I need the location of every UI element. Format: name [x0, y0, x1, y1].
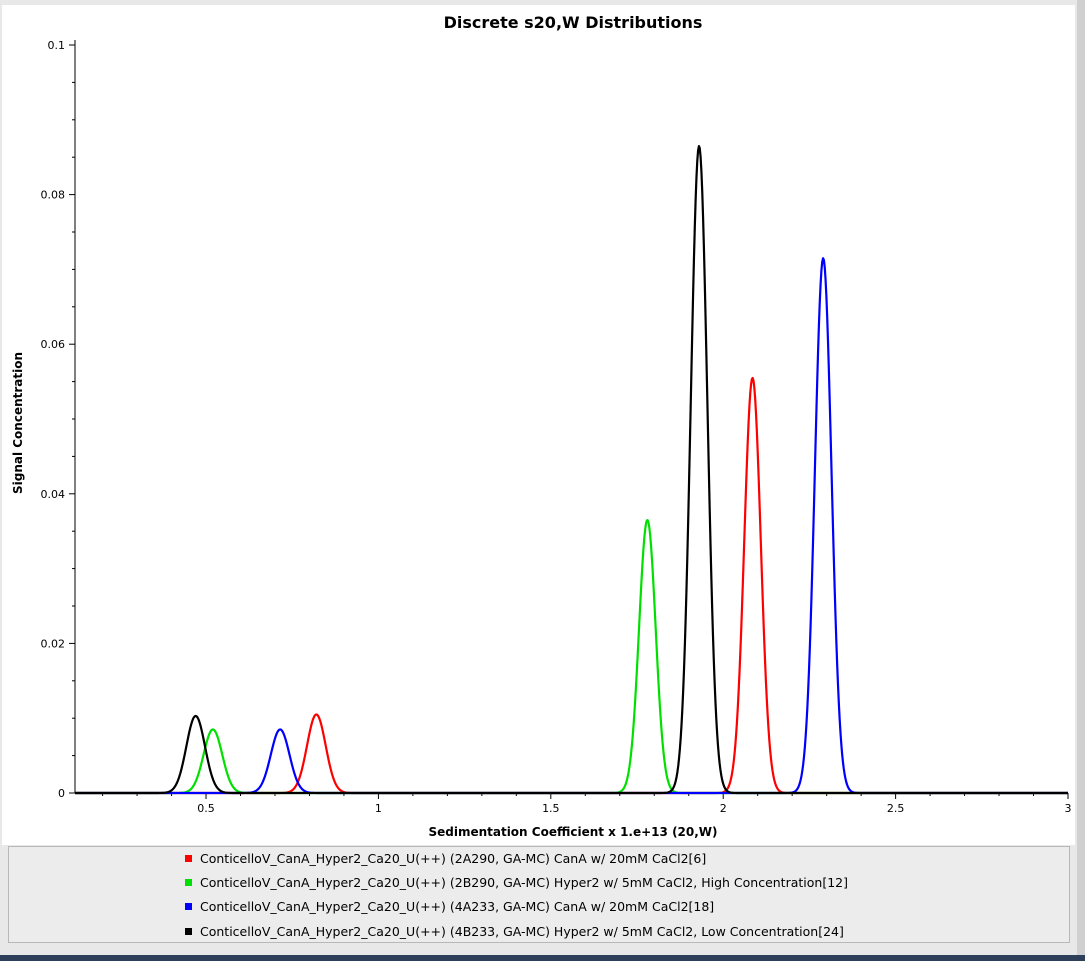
y-tick-label: 0.08: [41, 189, 66, 202]
legend-item: ConticelloV_CanA_Hyper2_Ca20_U(++) (2B29…: [185, 872, 848, 892]
legend-item: ConticelloV_CanA_Hyper2_Ca20_U(++) (4A23…: [185, 896, 714, 916]
legend-swatch: [185, 902, 192, 910]
chart-title: Discrete s20,W Distributions: [444, 13, 703, 32]
legend-item: ConticelloV_CanA_Hyper2_Ca20_U(++) (4B23…: [185, 921, 844, 941]
x-tick-label: 2.5: [887, 802, 905, 815]
legend-label: ConticelloV_CanA_Hyper2_Ca20_U(++) (4A23…: [200, 898, 715, 914]
legend-label: ConticelloV_CanA_Hyper2_Ca20_U(++) (4B23…: [200, 923, 844, 939]
series-line: [74, 519, 1069, 795]
legend-label: ConticelloV_CanA_Hyper2_Ca20_U(++) (2B29…: [200, 874, 848, 890]
y-tick-label: 0.1: [48, 39, 66, 52]
legend-swatch: [185, 878, 192, 886]
plot-window: Discrete s20,W Distributions 0 0.02 0.04 0.…: [0, 0, 1085, 955]
y-tick-label: 0.02: [41, 637, 66, 650]
series-line: [74, 376, 1069, 795]
x-tick-label: 0.5: [197, 802, 215, 815]
chart: Discrete s20,W Distributions 0 0.02 0.04 0.…: [11, 13, 1072, 839]
series-line: [74, 257, 1069, 795]
window-edge: [1077, 0, 1085, 955]
legend-swatch: [185, 927, 192, 935]
x-tick-label: 3: [1065, 802, 1072, 815]
y-tick-label: 0.06: [41, 338, 66, 351]
x-tick-label: 1.5: [542, 802, 560, 815]
y-tick-label: 0.04: [41, 488, 66, 501]
x-tick-label: 2: [720, 802, 727, 815]
y-tick-label: 0: [58, 787, 65, 800]
y-axis-label: Signal Concentration: [11, 352, 25, 494]
legend-label: ConticelloV_CanA_Hyper2_Ca20_U(++) (2A29…: [200, 850, 707, 866]
x-axis-label: Sedimentation Coefficient x 1.e+13 (20,W…: [428, 825, 717, 839]
x-tick-label: 1: [375, 802, 382, 815]
legend: ConticelloV_CanA_Hyper2_Ca20_U(++) (2A29…: [8, 846, 1070, 943]
plot-canvas: Discrete s20,W Distributions 0 0.02 0.04 0.…: [2, 5, 1075, 845]
series-line: [74, 144, 1069, 795]
legend-item: ConticelloV_CanA_Hyper2_Ca20_U(++) (2A29…: [185, 848, 706, 868]
plot-area: 0 0.02 0.04 0.06 0.08 0.1 0.5 1 1.5 2 2.5 3: [41, 39, 1072, 815]
legend-swatch: [185, 854, 192, 862]
